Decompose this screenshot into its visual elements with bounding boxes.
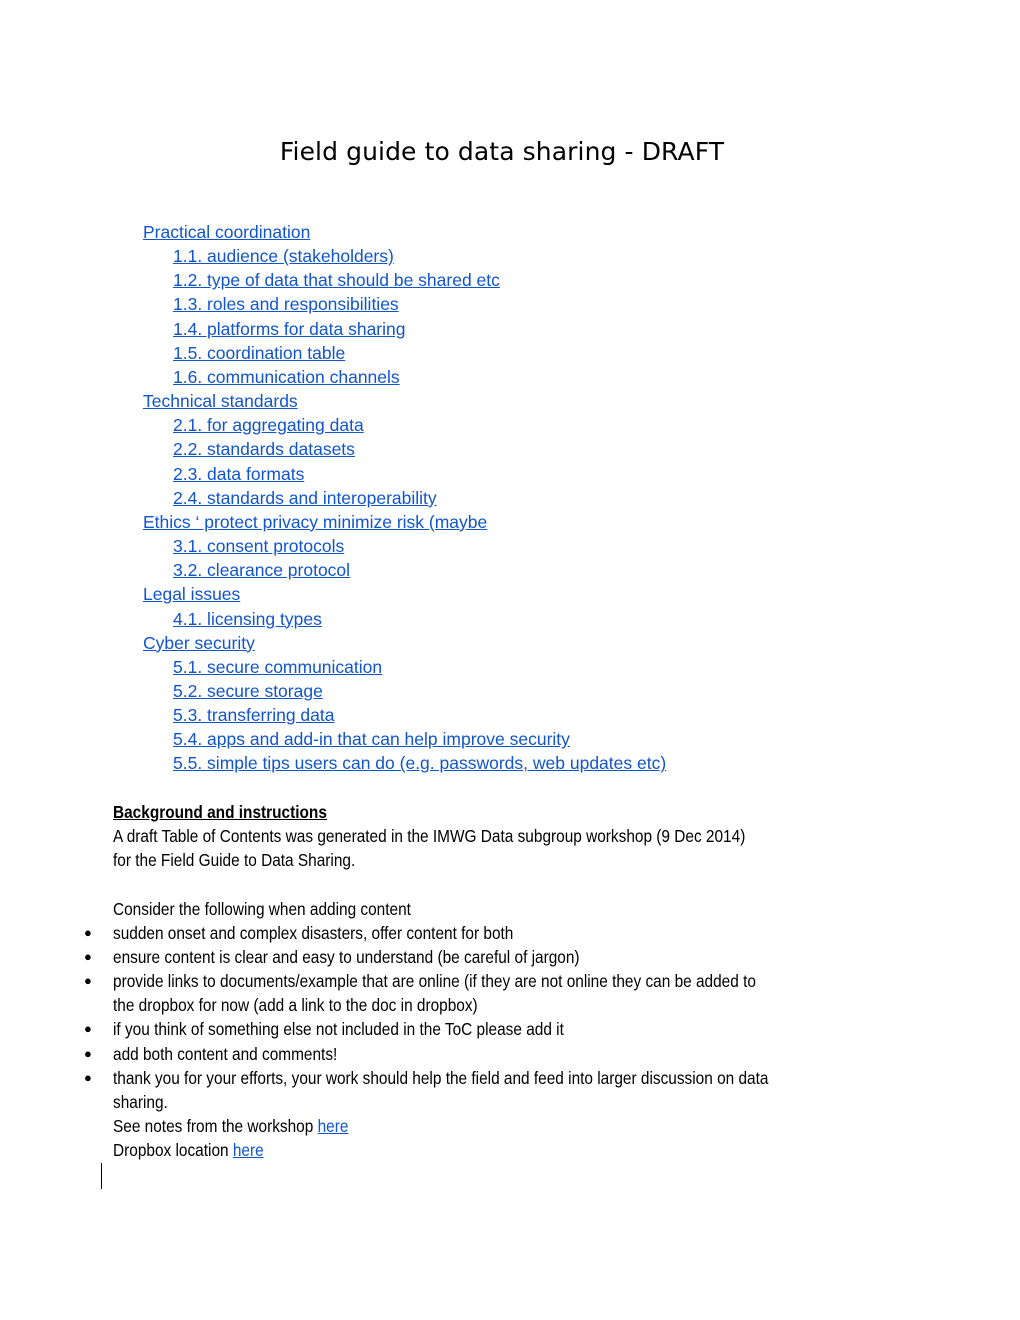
list-item: ● if you think of something else not inc… xyxy=(84,1017,913,1041)
bullet-icon: ● xyxy=(84,1021,92,1037)
toc-link-5-5[interactable]: 5.5. simple tips users can do (e.g. pass… xyxy=(143,751,666,775)
notes-line: See notes from the workshop here xyxy=(113,1114,348,1138)
toc-link-technical-standards[interactable]: Technical standards xyxy=(143,389,666,413)
toc-link-2-4[interactable]: 2.4. standards and interoperability xyxy=(143,486,666,510)
bullet-icon: ● xyxy=(84,1069,92,1085)
toc-link-1-4[interactable]: 1.4. platforms for data sharing xyxy=(143,317,666,341)
dropbox-link[interactable]: here xyxy=(233,1140,264,1160)
bullet-icon: ● xyxy=(84,973,92,989)
dropbox-prefix: Dropbox location xyxy=(113,1140,233,1161)
toc-link-5-4[interactable]: 5.4. apps and add-in that can help impro… xyxy=(143,727,666,751)
toc-link-5-2[interactable]: 5.2. secure storage xyxy=(143,679,666,703)
workshop-notes-link[interactable]: here xyxy=(318,1116,349,1136)
toc-link-practical-coordination[interactable]: Practical coordination xyxy=(143,220,666,244)
toc-link-cyber-security[interactable]: Cyber security xyxy=(143,631,666,655)
list-item-text: if you think of something else not inclu… xyxy=(113,1019,564,1040)
instruction-list: ● sudden onset and complex disasters, of… xyxy=(84,921,913,1114)
bullet-icon: ● xyxy=(84,948,92,964)
bullet-icon: ● xyxy=(84,1045,92,1061)
toc-link-4-1[interactable]: 4.1. licensing types xyxy=(143,607,666,631)
text-cursor xyxy=(101,1163,102,1189)
document-title: Field guide to data sharing - DRAFT xyxy=(279,137,725,166)
list-item: ● ensure content is clear and easy to un… xyxy=(84,945,913,969)
toc-link-legal-issues[interactable]: Legal issues xyxy=(143,582,666,606)
section-heading: Background and instructions xyxy=(113,802,327,822)
toc-link-1-3[interactable]: 1.3. roles and responsibilities xyxy=(143,292,666,316)
bullet-icon: ● xyxy=(84,924,92,940)
consider-text: Consider the following when adding conte… xyxy=(113,898,411,919)
toc-link-1-1[interactable]: 1.1. audience (stakeholders) xyxy=(143,244,666,268)
list-item: ● sudden onset and complex disasters, of… xyxy=(84,921,913,945)
toc-link-5-1[interactable]: 5.1. secure communication xyxy=(143,655,666,679)
toc-link-2-1[interactable]: 2.1. for aggregating data xyxy=(143,413,666,437)
toc-link-3-2[interactable]: 3.2. clearance protocol xyxy=(143,558,666,582)
toc-link-2-3[interactable]: 2.3. data formats xyxy=(143,462,666,486)
list-item-text: the dropbox for now (add a link to the d… xyxy=(113,995,478,1016)
notes-prefix: See notes from the workshop xyxy=(113,1116,318,1137)
toc-link-2-2[interactable]: 2.2. standards datasets xyxy=(143,437,666,461)
intro-text-line-1: A draft Table of Contents was generated … xyxy=(113,826,746,847)
list-item: ● add both content and comments! xyxy=(84,1042,913,1066)
toc-link-1-2[interactable]: 1.2. type of data that should be shared … xyxy=(143,268,666,292)
toc-link-1-5[interactable]: 1.5. coordination table xyxy=(143,341,666,365)
list-item-text: provide links to documents/example that … xyxy=(113,971,756,992)
list-item-text: sharing. xyxy=(113,1091,168,1112)
toc-link-3-1[interactable]: 3.1. consent protocols xyxy=(143,534,666,558)
dropbox-line: Dropbox location here xyxy=(113,1138,264,1162)
list-item: ● provide links to documents/example tha… xyxy=(84,969,913,1017)
table-of-contents: Practical coordination 1.1. audience (st… xyxy=(143,220,666,776)
toc-link-1-6[interactable]: 1.6. communication channels xyxy=(143,365,666,389)
background-section: Background and instructions A draft Tabl… xyxy=(84,800,913,1162)
list-item: ● thank you for your efforts, your work … xyxy=(84,1066,913,1114)
toc-link-ethics[interactable]: Ethics ‘ protect privacy minimize risk (… xyxy=(143,510,666,534)
toc-link-5-3[interactable]: 5.3. transferring data xyxy=(143,703,666,727)
intro-text-line-2: for the Field Guide to Data Sharing. xyxy=(113,850,356,871)
list-item-text: sudden onset and complex disasters, offe… xyxy=(113,922,514,943)
list-item-text: add both content and comments! xyxy=(113,1043,338,1064)
list-item-text: thank you for your efforts, your work sh… xyxy=(113,1067,769,1088)
list-item-text: ensure content is clear and easy to unde… xyxy=(113,946,580,967)
